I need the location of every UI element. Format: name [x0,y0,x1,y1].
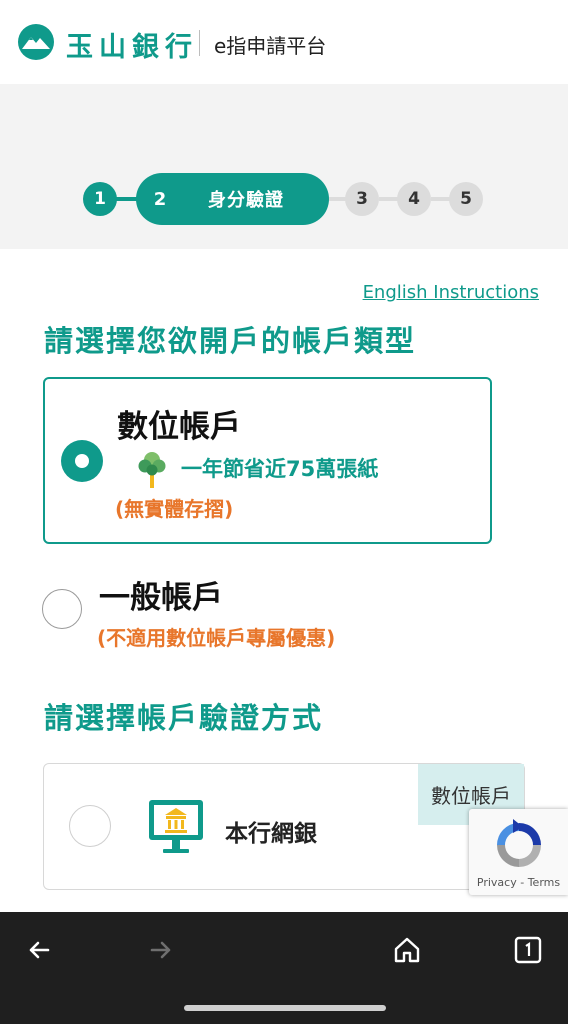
recaptcha-privacy-terms[interactable]: Privacy - Terms [469,876,568,889]
step-5: 5 [449,182,483,216]
step-2-label: 身分驗證 [208,190,284,211]
step-3: 3 [345,182,379,216]
home-indicator [184,1005,386,1011]
app-header: 玉山銀行 e指申請平台 [0,0,568,84]
forward-arrow-icon[interactable] [143,932,179,968]
digital-account-note: (無實體存摺) [115,497,234,521]
radio-dot [75,454,89,468]
general-account-note: (不適用數位帳戶專屬優惠) [97,626,336,650]
brand-name: 玉山銀行 [66,32,198,63]
esun-logo-icon [18,24,54,60]
radio-unselected[interactable] [42,589,82,629]
step-4: 4 [397,182,431,216]
online-banking-option[interactable]: 本行網銀 數位帳戶 [43,763,525,890]
online-banking-label: 本行網銀 [225,821,317,847]
digital-account-title: 數位帳戶 [117,409,241,445]
eco-savings-text: 一年節省近75萬張紙 [181,457,379,481]
recaptcha-badge[interactable]: Privacy - Terms [469,809,568,895]
bank-monitor-icon [149,800,203,853]
verification-heading: 請選擇帳戶驗證方式 [44,701,324,735]
step-2-active: 2 身分驗證 [136,173,329,225]
tabs-icon[interactable] [510,932,546,968]
recaptcha-icon [497,819,541,867]
platform-title: e指申請平台 [214,34,327,58]
radio-selected[interactable] [61,440,103,482]
header-divider [199,30,200,56]
general-account-title[interactable]: 一般帳戶 [99,572,223,617]
radio-unselected[interactable] [69,805,111,847]
step-connector [431,197,451,201]
account-type-heading: 請選擇您欲開戶的帳戶類型 [44,324,417,358]
back-arrow-icon[interactable] [21,932,57,968]
home-icon[interactable] [389,932,425,968]
step-connector [327,197,347,201]
step-2-number: 2 [153,188,167,210]
digital-account-option[interactable]: 數位帳戶 一年節省近75萬張紙 (無實體存摺) [43,377,492,544]
tree-icon [138,452,166,488]
step-connector [379,197,399,201]
step-1: 1 [83,182,117,216]
english-instructions-link[interactable]: English Instructions [363,282,539,303]
